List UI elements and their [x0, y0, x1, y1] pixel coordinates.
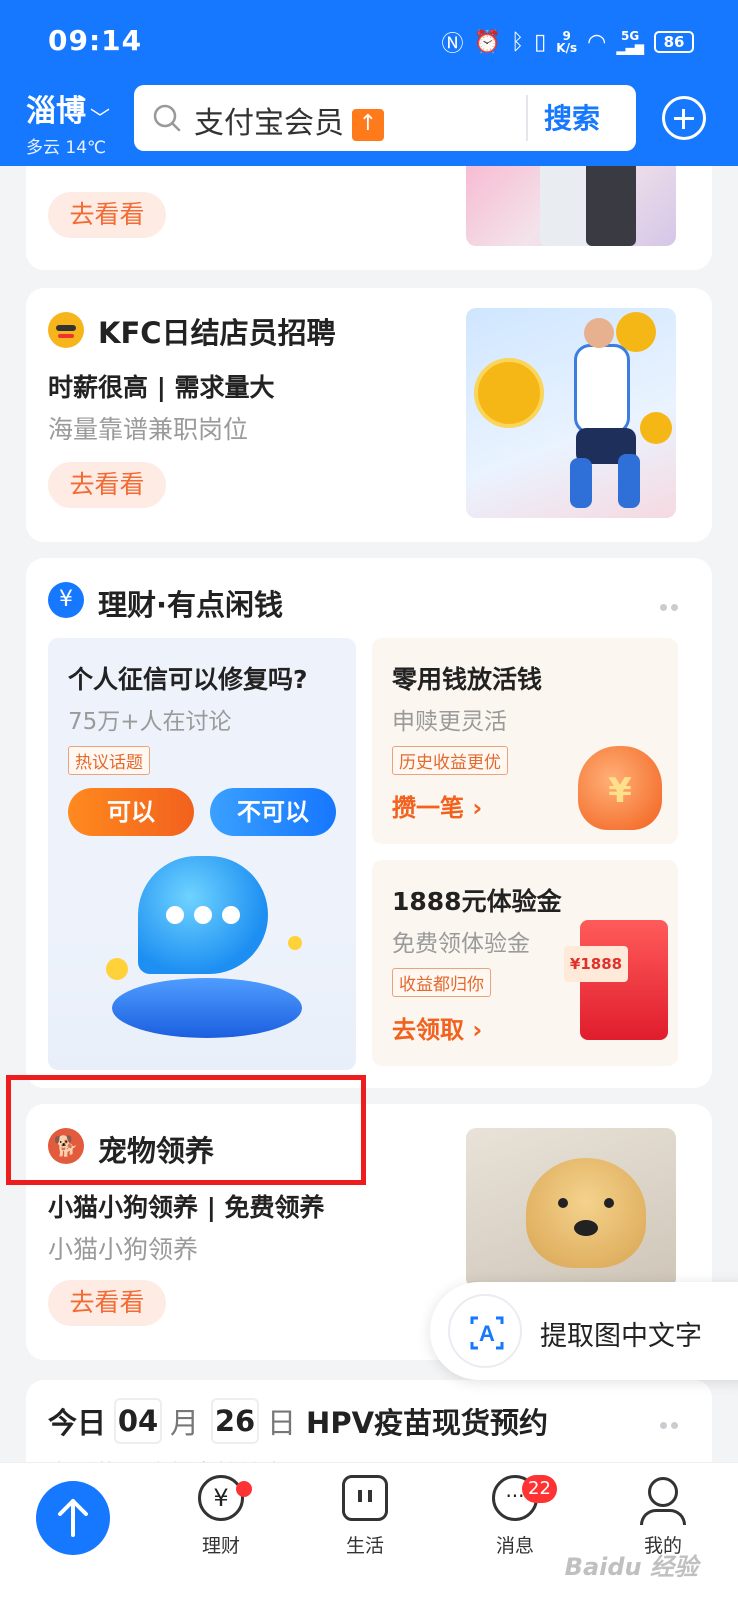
- hpv-day: 26: [211, 1398, 260, 1444]
- pedestal-shape: [112, 978, 302, 1038]
- finance-item-2-action[interactable]: 去领取 ›: [392, 1010, 482, 1045]
- tab-mine[interactable]: 我的: [618, 1475, 708, 1558]
- kfc-logo-icon: [48, 312, 84, 348]
- city-selector[interactable]: 淄博 ﹀ 多云 14℃: [26, 86, 110, 158]
- finance-item-1[interactable]: 零用钱放活钱 申赎更灵活 历史收益更优 攒一笔 › ¥: [372, 638, 678, 844]
- user-icon: [648, 1477, 678, 1507]
- chevron-down-icon: ﹀: [90, 106, 110, 130]
- wifi-icon: ◠: [587, 29, 607, 55]
- finance-item-1-desc: 申赎更灵活: [392, 709, 507, 735]
- signal-icon: 5G ▂▄▆: [616, 29, 644, 55]
- divider: [526, 95, 528, 141]
- chat-bubble-icon: [138, 856, 268, 974]
- poll-no-button[interactable]: 不可以: [210, 788, 336, 836]
- finance-item-2-desc: 免费领体验金: [392, 931, 530, 957]
- tab-finance[interactable]: ¥ 理财: [176, 1475, 266, 1558]
- search-input[interactable]: 支付宝会员 ↑: [194, 98, 384, 142]
- home-button[interactable]: [36, 1481, 110, 1555]
- poll-tag: 热议话题: [68, 746, 150, 775]
- screen: 09:14 Ⓝ ⏰ ᛒ ▯ 9 K/s ◠ 5G ▂▄▆ 86 淄博 ﹀ 多云 14℃…: [0, 0, 738, 1600]
- pet-subtitle: 小猫小狗领养 | 免费领养: [48, 1193, 325, 1222]
- search-button[interactable]: 搜索: [544, 97, 600, 137]
- more-icon[interactable]: [660, 1414, 684, 1429]
- finance-title: 理财·有点闲钱: [98, 588, 284, 622]
- poll-count: 75万+人在讨论: [68, 709, 232, 735]
- status-time: 09:14: [48, 24, 143, 57]
- notification-dot: [236, 1481, 252, 1497]
- yuan-icon: ¥: [48, 582, 84, 618]
- pet-description: 小猫小狗领养: [48, 1235, 199, 1264]
- pet-image: [466, 1128, 676, 1288]
- arrow-up-icon: [58, 1499, 88, 1537]
- status-bar: 09:14 Ⓝ ⏰ ᛒ ▯ 9 K/s ◠ 5G ▂▄▆ 86: [0, 0, 738, 80]
- pet-action-button[interactable]: 去看看: [48, 1280, 166, 1326]
- coin-shape: [106, 958, 128, 980]
- finance-item-2[interactable]: 1888元体验金 免费领体验金 收益都归你 去领取 › ¥1888: [372, 860, 678, 1066]
- poll-yes-button[interactable]: 可以: [68, 788, 194, 836]
- kfc-action-button[interactable]: 去看看: [48, 462, 166, 508]
- bluetooth-icon: ᛒ: [510, 29, 525, 55]
- hpv-title: HPV疫苗现货预约: [306, 1406, 549, 1440]
- finance-item-1-tag: 历史收益更优: [392, 746, 508, 775]
- kfc-title: KFC日结店员招聘: [98, 316, 336, 350]
- text-recognition-icon: A: [448, 1294, 522, 1368]
- extract-text-button[interactable]: A 提取图中文字: [430, 1282, 738, 1380]
- more-icon[interactable]: [660, 596, 684, 611]
- weather-text: 多云 14℃: [26, 138, 107, 158]
- tab-messages[interactable]: ··· 22 消息: [470, 1475, 560, 1558]
- highlight-box: [6, 1075, 366, 1185]
- tab-life[interactable]: 生活: [320, 1475, 410, 1558]
- kfc-subtitle: 时薪很高 | 需求量大: [48, 373, 275, 402]
- alarm-icon: ⏰: [473, 29, 501, 55]
- yuan-circle-icon: ¥: [198, 1475, 244, 1521]
- money-bag-icon: ¥: [578, 746, 662, 830]
- finance-item-2-title: 1888元体验金: [392, 887, 562, 916]
- card-finance: ¥ 理财·有点闲钱 个人征信可以修复吗? 75万+人在讨论 热议话题 可以 不可…: [26, 558, 712, 1088]
- finance-item-2-tag: 收益都归你: [392, 968, 491, 997]
- message-badge: 22: [522, 1475, 557, 1503]
- trending-up-icon: ↑: [352, 108, 384, 141]
- kfc-description: 海量靠谱兼职岗位: [48, 415, 249, 444]
- vibrate-icon: ▯: [534, 29, 547, 55]
- kfc-image: [466, 308, 676, 518]
- life-icon: [342, 1475, 388, 1521]
- svg-text:A: A: [479, 1321, 495, 1346]
- header-bar: 09:14 Ⓝ ⏰ ᛒ ▯ 9 K/s ◠ 5G ▂▄▆ 86 淄博 ﹀ 多云 14℃…: [0, 0, 738, 166]
- nfc-icon: Ⓝ: [441, 32, 464, 57]
- poll-question: 个人征信可以修复吗?: [68, 665, 308, 694]
- add-icon[interactable]: [662, 96, 706, 140]
- watermark: Baidu 经验: [564, 1553, 698, 1581]
- hpv-month: 04: [114, 1398, 163, 1444]
- coin-shape: [288, 936, 302, 950]
- card-kfc[interactable]: KFC日结店员招聘 时薪很高 | 需求量大 海量靠谱兼职岗位 去看看: [26, 288, 712, 542]
- finance-item-1-title: 零用钱放活钱: [392, 665, 543, 694]
- search-icon: [153, 104, 181, 132]
- envelope-card-text: ¥1888: [564, 946, 628, 982]
- battery-icon: 86: [654, 31, 694, 53]
- tab-bar: ¥ 理财 生活 ··· 22 消息 我的 Baidu 经验: [0, 1462, 738, 1600]
- city-name: 淄博: [26, 94, 86, 129]
- card-top-action-button[interactable]: 去看看: [48, 192, 166, 238]
- finance-item-1-action[interactable]: 攒一笔 ›: [392, 788, 482, 823]
- status-icons: Ⓝ ⏰ ᛒ ▯ 9 K/s ◠ 5G ▂▄▆ 86: [442, 26, 694, 58]
- red-envelope-icon: ¥1888: [564, 920, 668, 1040]
- hpv-headline: 今日 04 月 26 日 HPV疫苗现货预约: [48, 1398, 548, 1444]
- net-speed: 9 K/s: [556, 29, 578, 55]
- finance-poll[interactable]: 个人征信可以修复吗? 75万+人在讨论 热议话题 可以 不可以: [48, 638, 356, 1070]
- search-bar[interactable]: 支付宝会员 ↑ 搜索: [134, 85, 636, 151]
- extract-text-label: 提取图中文字: [540, 1321, 702, 1352]
